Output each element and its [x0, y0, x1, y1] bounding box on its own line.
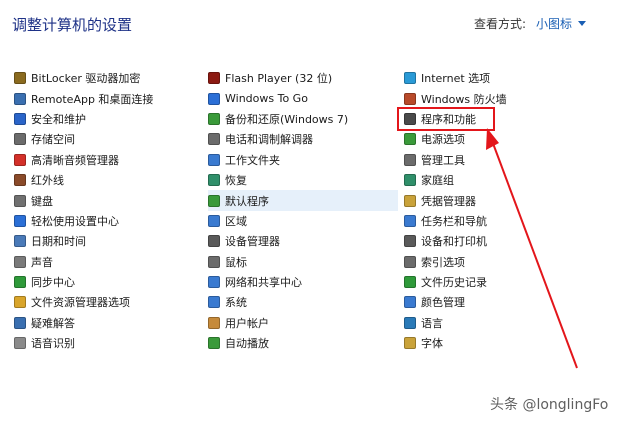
annotation-arrow-icon	[486, 128, 578, 369]
watermark: 头条 @longlingFo	[490, 397, 609, 413]
